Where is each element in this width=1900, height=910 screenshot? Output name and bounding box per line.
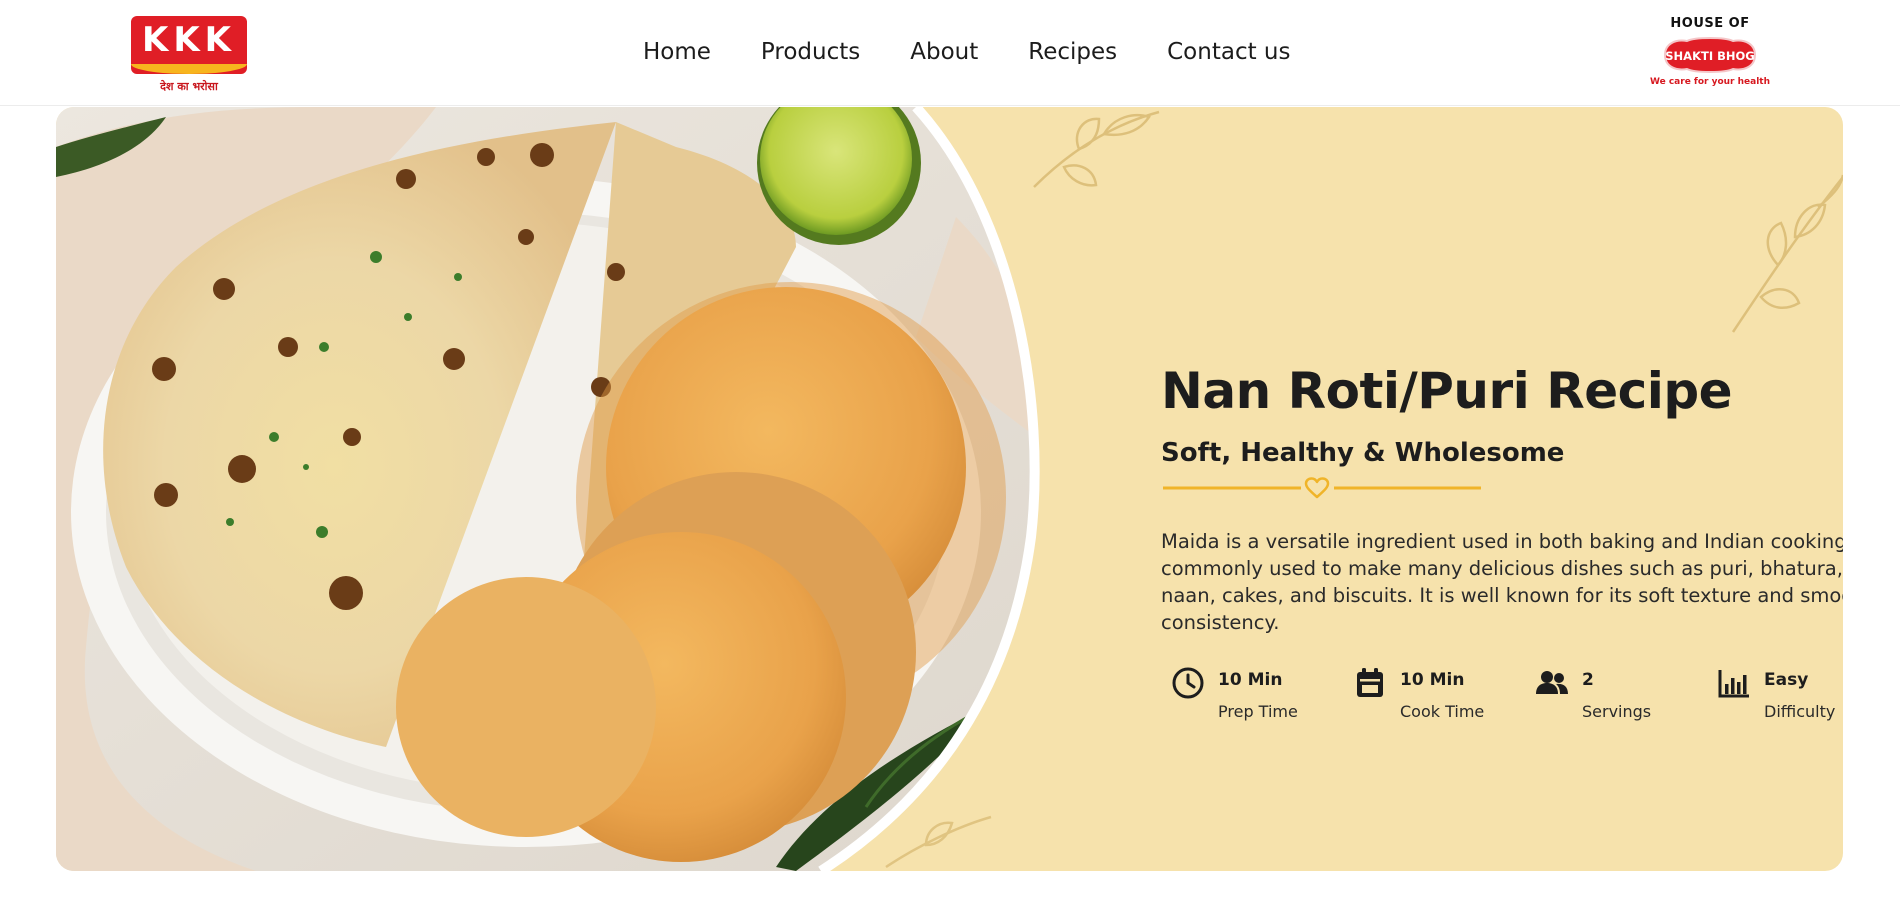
shakti-logo-top-text: HOUSE OF	[1670, 16, 1750, 31]
bar-chart-icon	[1717, 666, 1751, 700]
leaf-sprig-decoration-bottom	[885, 815, 992, 869]
leaf-sprig-decoration-right	[1731, 174, 1843, 333]
nav-home[interactable]: Home	[643, 39, 711, 65]
heart-divider	[1161, 476, 1483, 500]
stat-label: Cook Time	[1400, 702, 1485, 721]
stat-label: Difficulty	[1764, 702, 1836, 721]
recipe-subtitle: Soft, Healthy & Wholesome	[1161, 438, 1565, 468]
nav-contact[interactable]: Contact us	[1167, 39, 1290, 65]
stat-difficulty: Easy Difficulty	[1717, 664, 1843, 734]
shakti-bhog-logo[interactable]: HOUSE OF SHAKTI BHOG We care for your he…	[1650, 14, 1770, 94]
recipe-title: Nan Roti/Puri Recipe	[1161, 362, 1733, 420]
shakti-logo-name: SHAKTI BHOG	[1665, 49, 1754, 63]
nav-products[interactable]: Products	[761, 39, 860, 65]
heart-icon	[1304, 477, 1330, 499]
kkk-logo[interactable]: KKK देश का भरोसा	[131, 16, 247, 94]
kkk-logo-badge: KKK	[131, 16, 247, 74]
nav-about[interactable]: About	[910, 39, 978, 65]
recipe-hero: Nan Roti/Puri Recipe Soft, Healthy & Who…	[56, 107, 1843, 871]
main-nav: Home Products About Recipes Contact us	[643, 34, 1290, 70]
leaf-sprig-decoration-top	[1033, 110, 1160, 188]
clock-icon	[1171, 666, 1205, 700]
shakti-logo-badge: SHAKTI BHOG	[1659, 36, 1761, 74]
stat-label: Prep Time	[1218, 702, 1298, 721]
site-header: KKK देश का भरोसा Home Products About Rec…	[0, 0, 1900, 106]
stat-label: Servings	[1582, 702, 1652, 721]
stat-value: 10 Min	[1218, 670, 1283, 690]
kkk-logo-tagline: देश का भरोसा	[160, 80, 218, 93]
stat-value: 2	[1582, 670, 1594, 690]
stat-cook-time: 10 Min Cook Time	[1353, 664, 1523, 734]
stat-prep-time: 10 Min Prep Time	[1171, 664, 1341, 734]
calendar-icon	[1353, 666, 1387, 700]
people-icon	[1535, 666, 1569, 700]
kkk-logo-stripe	[131, 64, 247, 74]
recipe-stats: 10 Min Prep Time 10 Min Cook Time 2 Serv…	[1171, 664, 1843, 734]
stat-servings: 2 Servings	[1535, 664, 1705, 734]
recipe-description: Maida is a versatile ingredient used in …	[1161, 530, 1843, 634]
shakti-logo-tagline: We care for your health	[1650, 77, 1771, 87]
kkk-logo-text: KKK	[141, 20, 237, 60]
stat-value: 10 Min	[1400, 670, 1465, 690]
food-image-naan-puri	[56, 107, 1843, 871]
nav-recipes[interactable]: Recipes	[1028, 39, 1117, 65]
stat-value: Easy	[1764, 670, 1809, 690]
